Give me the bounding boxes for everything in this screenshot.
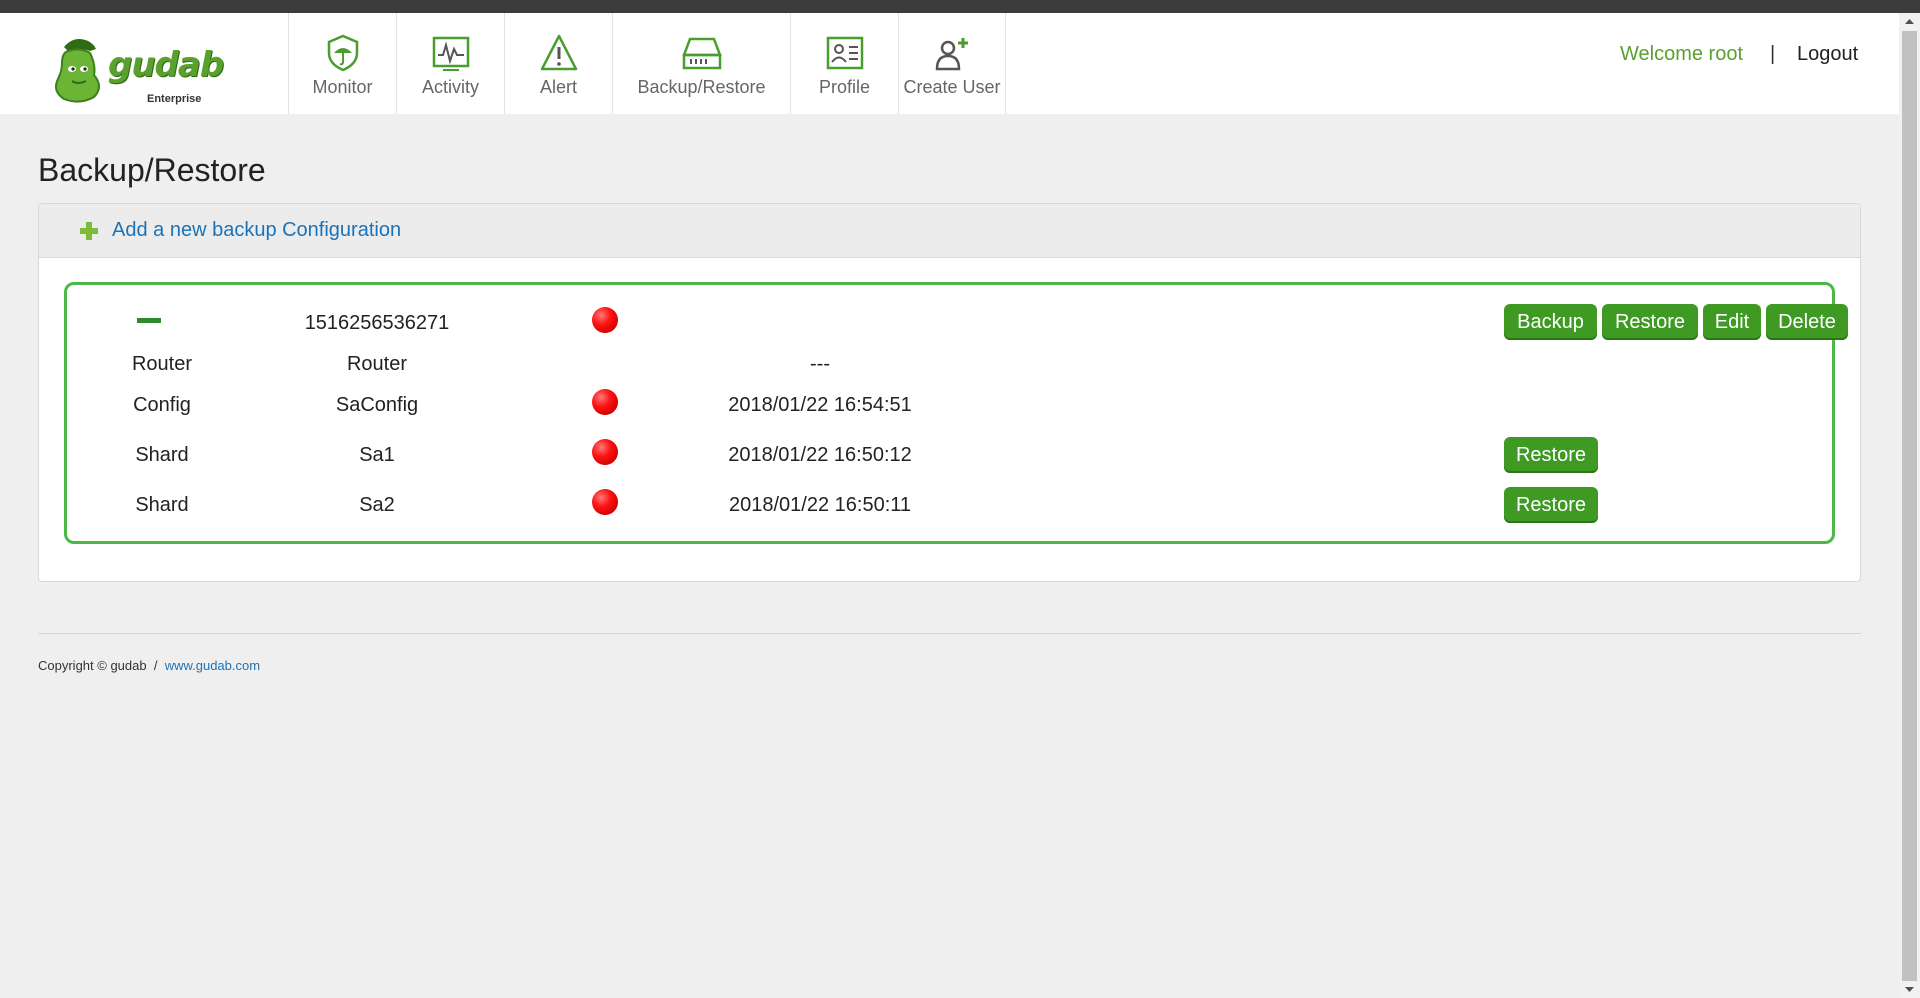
row-type: Router [131, 353, 193, 375]
nav-profile-label: Profile [818, 77, 871, 97]
vertical-scrollbar[interactable] [1899, 13, 1920, 998]
status-dot-red [592, 389, 618, 415]
row-name: Router [346, 353, 408, 375]
nav-backup-restore-label: Backup/Restore [637, 77, 766, 97]
nav-profile[interactable]: Profile [790, 13, 898, 114]
scroll-down-arrow-icon[interactable] [1899, 981, 1920, 998]
welcome-text: Welcome root [1620, 43, 1744, 65]
row-type: Shard [135, 444, 189, 466]
delete-button[interactable]: Delete [1766, 304, 1848, 340]
top-header: gudab Enterprise Monitor Activity Alert … [0, 13, 1899, 114]
nav-create-user[interactable]: Create User [898, 13, 1006, 114]
nav-activity[interactable]: Activity [396, 13, 504, 114]
footer-divider [38, 633, 1861, 634]
nav-create-user-label: Create User [903, 77, 1001, 97]
restore-all-button[interactable]: Restore [1602, 304, 1698, 340]
logo[interactable]: gudab Enterprise [50, 31, 224, 111]
row-time: 2018/01/22 16:50:12 [728, 444, 912, 466]
site-link[interactable]: www.gudab.com [165, 658, 260, 673]
page-title: Backup/Restore [38, 152, 266, 188]
add-user-icon [935, 38, 968, 71]
row-name: Sa1 [359, 444, 395, 466]
edit-button[interactable]: Edit [1703, 304, 1761, 340]
header-separator: | [1770, 43, 1776, 65]
copyright-text: Copyright © gudab [38, 658, 147, 673]
nav-monitor[interactable]: Monitor [288, 13, 396, 114]
activity-graph-icon [432, 36, 469, 71]
nav-activity-label: Activity [421, 77, 479, 97]
logo-subtitle: Enterprise [147, 93, 202, 105]
row-name: Sa2 [359, 494, 395, 516]
nav-alert-label: Alert [539, 77, 577, 97]
config-id: 1516256536271 [304, 312, 450, 334]
add-backup-config-link[interactable]: Add a new backup Configuration [112, 219, 401, 242]
nav-backup-restore[interactable]: Backup/Restore [612, 13, 790, 114]
row-time: --- [810, 353, 830, 375]
copyright: Copyright © gudab / www.gudab.com [38, 658, 260, 673]
backup-config-card: 1516256536271 Backup Restore Edit Delete… [64, 282, 1848, 544]
status-dot-red [592, 307, 618, 333]
nav-monitor-label: Monitor [312, 77, 373, 97]
row-type: Config [133, 394, 191, 416]
nav-alert[interactable]: Alert [504, 13, 612, 114]
scroll-up-arrow-icon[interactable] [1899, 13, 1920, 30]
profile-card-icon [826, 36, 863, 70]
status-dot-red [592, 489, 618, 515]
logout-link[interactable]: Logout [1797, 43, 1858, 66]
plus-icon[interactable] [79, 221, 99, 241]
restore-sa1-button[interactable]: Restore [1504, 437, 1598, 473]
restore-sa2-button[interactable]: Restore [1504, 487, 1598, 523]
alert-triangle-icon [540, 34, 577, 71]
collapse-minus-icon[interactable] [137, 318, 161, 323]
logo-wordmark: gudab [108, 45, 224, 85]
browser-top-stripe [0, 0, 1920, 13]
status-dot-red [592, 439, 618, 465]
scroll-thumb[interactable] [1902, 31, 1917, 981]
row-time: 2018/01/22 16:50:11 [728, 494, 912, 516]
backup-panel: Add a new backup Configuration 151625653… [38, 203, 1861, 582]
row-time: 2018/01/22 16:54:51 [728, 394, 912, 416]
backup-button[interactable]: Backup [1504, 304, 1597, 340]
row-type: Shard [135, 494, 189, 516]
copyright-divider: / [153, 658, 158, 673]
drive-icon [681, 37, 722, 70]
row-name: SaConfig [335, 394, 419, 416]
monitor-shield-icon [327, 34, 358, 72]
main-nav: Monitor Activity Alert Backup/Restore Pr… [288, 13, 1006, 114]
pear-mascot-icon [55, 39, 100, 103]
panel-header: Add a new backup Configuration [39, 204, 1860, 258]
